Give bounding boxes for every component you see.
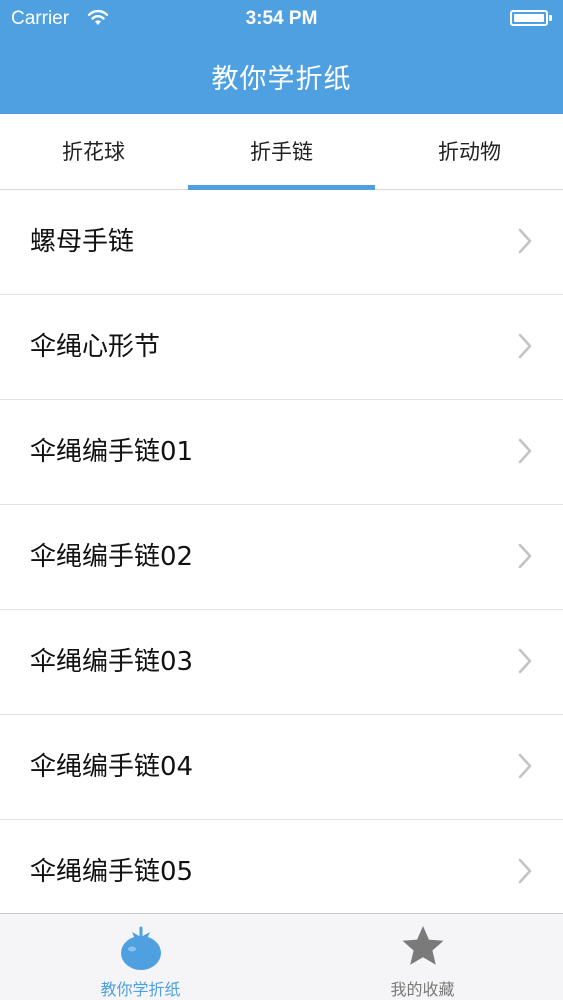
chevron-right-icon <box>518 333 532 359</box>
battery-tip <box>549 15 552 21</box>
list-item[interactable]: 伞绳心形节 <box>0 295 563 400</box>
list-item-label: 伞绳编手链05 <box>30 857 194 887</box>
list-item-label: 伞绳编手链04 <box>30 752 194 782</box>
tab-animal[interactable]: 折动物 <box>376 114 563 189</box>
list-item[interactable]: 伞绳编手链05 <box>0 820 563 913</box>
tomato-icon <box>121 926 161 970</box>
star-icon <box>402 926 444 965</box>
page-title: 教你学折纸 <box>211 64 352 95</box>
tab-flower-ball[interactable]: 折花球 <box>0 114 187 189</box>
list-item-label: 伞绳编手链03 <box>30 647 194 677</box>
tabbar-label: 教你学折纸 <box>100 980 181 999</box>
category-tabs: 折花球 折手链 折动物 <box>0 114 563 190</box>
chevron-right-icon <box>518 753 532 779</box>
bottom-tab-bar: 教你学折纸 我的收藏 <box>0 913 563 1000</box>
chevron-right-icon <box>518 543 532 569</box>
chevron-right-icon <box>518 648 532 674</box>
list-item[interactable]: 螺母手链 <box>0 190 563 295</box>
list-item[interactable]: 伞绳编手链02 <box>0 505 563 610</box>
list-item-label: 伞绳心形节 <box>30 332 161 362</box>
tab-bracelet[interactable]: 折手链 <box>188 114 375 189</box>
chevron-right-icon <box>518 228 532 254</box>
chevron-right-icon <box>518 438 532 464</box>
list-item[interactable]: 伞绳编手链03 <box>0 610 563 715</box>
list-item[interactable]: 伞绳编手链01 <box>0 400 563 505</box>
tabbar-label: 我的收藏 <box>390 980 455 999</box>
status-time: 3:54 PM <box>245 8 318 29</box>
navigation-bar: Carrier 3:54 PM 教你学折纸 <box>0 0 563 114</box>
chevron-right-icon <box>518 858 532 884</box>
battery-icon <box>510 10 548 26</box>
list-item[interactable]: 伞绳编手链04 <box>0 715 563 820</box>
list-item-label: 伞绳编手链01 <box>30 437 194 467</box>
item-list[interactable]: 螺母手链 伞绳心形节 伞绳编手链01 伞绳编手链02 伞绳编手链03 伞绳编手链… <box>0 190 563 913</box>
tabbar-item-favorites[interactable]: 我的收藏 <box>282 914 563 1000</box>
status-bar: Carrier 3:54 PM <box>0 0 563 38</box>
list-item-label: 螺母手链 <box>30 227 135 257</box>
tabbar-item-learn[interactable]: 教你学折纸 <box>0 914 281 1000</box>
list-item-label: 伞绳编手链02 <box>30 542 194 572</box>
